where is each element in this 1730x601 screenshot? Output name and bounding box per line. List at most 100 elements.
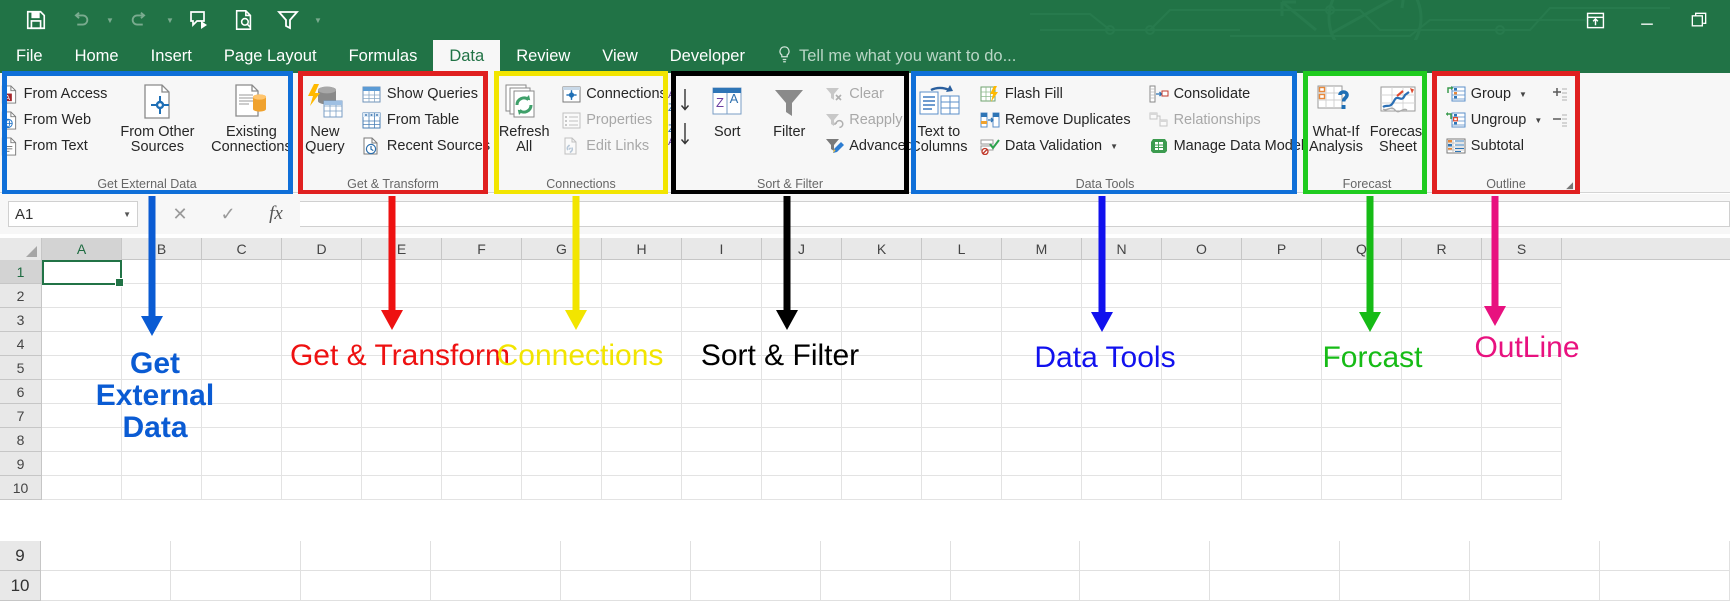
tab-developer[interactable]: Developer bbox=[654, 40, 761, 73]
selected-cell-a1[interactable] bbox=[42, 260, 124, 287]
tab-data[interactable]: Data bbox=[433, 40, 501, 73]
cell-F10[interactable] bbox=[442, 476, 522, 500]
cell-L10[interactable] bbox=[922, 476, 1002, 500]
hide-detail-button[interactable] bbox=[1548, 107, 1570, 133]
cell-P7[interactable] bbox=[1242, 404, 1322, 428]
fragment-cell[interactable] bbox=[1080, 571, 1211, 601]
from-access-button[interactable]: A From Access bbox=[0, 81, 111, 107]
fragment-cell[interactable] bbox=[1080, 541, 1211, 571]
cell-P2[interactable] bbox=[1242, 284, 1322, 308]
fragment-cell[interactable] bbox=[1470, 541, 1601, 571]
cell-J10[interactable] bbox=[762, 476, 842, 500]
cell-K1[interactable] bbox=[842, 260, 922, 284]
cell-N10[interactable] bbox=[1082, 476, 1162, 500]
connections-button[interactable]: Connections bbox=[557, 81, 671, 107]
cell-D8[interactable] bbox=[282, 428, 362, 452]
data-validation-button[interactable]: Data Validation ▼ bbox=[976, 133, 1135, 159]
cell-O6[interactable] bbox=[1162, 380, 1242, 404]
row-header-10[interactable]: 10 bbox=[0, 476, 42, 500]
cell-I8[interactable] bbox=[682, 428, 762, 452]
cell-O1[interactable] bbox=[1162, 260, 1242, 284]
recent-sources-button[interactable]: Recent Sources bbox=[358, 133, 494, 159]
cell-N7[interactable] bbox=[1082, 404, 1162, 428]
row-header-9[interactable]: 9 bbox=[0, 452, 42, 476]
cell-Q9[interactable] bbox=[1322, 452, 1402, 476]
refresh-all-button[interactable]: Refresh All bbox=[491, 79, 557, 155]
cell-S6[interactable] bbox=[1482, 380, 1562, 404]
cell-L9[interactable] bbox=[922, 452, 1002, 476]
column-header-L[interactable]: L bbox=[922, 238, 1002, 260]
properties-button[interactable]: Properties bbox=[557, 107, 671, 133]
cell-P8[interactable] bbox=[1242, 428, 1322, 452]
from-web-button[interactable]: From Web bbox=[0, 107, 111, 133]
cell-S9[interactable] bbox=[1482, 452, 1562, 476]
remove-duplicates-button[interactable]: Remove Duplicates bbox=[976, 107, 1135, 133]
fragment-cell[interactable] bbox=[41, 541, 171, 571]
select-all-corner[interactable] bbox=[0, 238, 42, 260]
cell-E8[interactable] bbox=[362, 428, 442, 452]
fragment-row-header-10[interactable]: 10 bbox=[0, 571, 42, 601]
cell-I6[interactable] bbox=[682, 380, 762, 404]
relationships-button[interactable]: Relationships bbox=[1145, 107, 1309, 133]
from-text-button[interactable]: From Text bbox=[0, 133, 111, 159]
cell-O8[interactable] bbox=[1162, 428, 1242, 452]
fragment-cell[interactable] bbox=[1210, 541, 1341, 571]
column-header-O[interactable]: O bbox=[1162, 238, 1242, 260]
cell-G3[interactable] bbox=[522, 308, 602, 332]
row-header-4[interactable]: 4 bbox=[0, 332, 42, 356]
cell-D7[interactable] bbox=[282, 404, 362, 428]
from-other-sources-button[interactable]: From Other Sources bbox=[111, 79, 203, 155]
cell-K10[interactable] bbox=[842, 476, 922, 500]
cell-F6[interactable] bbox=[442, 380, 522, 404]
cell-R10[interactable] bbox=[1402, 476, 1482, 500]
name-box-dropdown-icon[interactable]: ▼ bbox=[123, 210, 131, 219]
fragment-cell[interactable] bbox=[170, 571, 301, 601]
fragment-cell[interactable] bbox=[41, 571, 171, 601]
cell-F8[interactable] bbox=[442, 428, 522, 452]
cell-K3[interactable] bbox=[842, 308, 922, 332]
row-header-1[interactable]: 1 bbox=[0, 260, 42, 284]
cell-M2[interactable] bbox=[1002, 284, 1082, 308]
cell-M8[interactable] bbox=[1002, 428, 1082, 452]
row-header-3[interactable]: 3 bbox=[0, 308, 42, 332]
cell-K7[interactable] bbox=[842, 404, 922, 428]
cell-N9[interactable] bbox=[1082, 452, 1162, 476]
cell-M10[interactable] bbox=[1002, 476, 1082, 500]
cell-E10[interactable] bbox=[362, 476, 442, 500]
cell-F9[interactable] bbox=[442, 452, 522, 476]
undo-icon[interactable] bbox=[60, 3, 100, 37]
cell-E9[interactable] bbox=[362, 452, 442, 476]
cell-R7[interactable] bbox=[1402, 404, 1482, 428]
cell-I9[interactable] bbox=[682, 452, 762, 476]
cell-H2[interactable] bbox=[602, 284, 682, 308]
filter-button[interactable]: Filter bbox=[758, 79, 820, 140]
show-detail-button[interactable] bbox=[1548, 81, 1570, 107]
column-header-R[interactable]: R bbox=[1402, 238, 1482, 260]
cell-P1[interactable] bbox=[1242, 260, 1322, 284]
cell-C9[interactable] bbox=[202, 452, 282, 476]
cell-M6[interactable] bbox=[1002, 380, 1082, 404]
cell-M1[interactable] bbox=[1002, 260, 1082, 284]
column-header-D[interactable]: D bbox=[282, 238, 362, 260]
cell-I2[interactable] bbox=[682, 284, 762, 308]
show-queries-button[interactable]: Show Queries bbox=[358, 81, 494, 107]
cell-S10[interactable] bbox=[1482, 476, 1562, 500]
redo-dropdown-icon[interactable]: ▼ bbox=[164, 3, 176, 37]
tab-view[interactable]: View bbox=[586, 40, 653, 73]
subtotal-button[interactable]: Subtotal bbox=[1442, 133, 1547, 159]
fragment-cell[interactable] bbox=[560, 541, 691, 571]
cell-H8[interactable] bbox=[602, 428, 682, 452]
column-header-K[interactable]: K bbox=[842, 238, 922, 260]
minimize-icon[interactable] bbox=[1626, 3, 1668, 37]
column-header-H[interactable]: H bbox=[602, 238, 682, 260]
fragment-cell[interactable] bbox=[170, 541, 301, 571]
cell-J9[interactable] bbox=[762, 452, 842, 476]
insert-function-button[interactable]: fx bbox=[252, 200, 300, 228]
cell-I10[interactable] bbox=[682, 476, 762, 500]
cell-D3[interactable] bbox=[282, 308, 362, 332]
sort-button[interactable]: ZA Sort bbox=[696, 79, 758, 140]
cell-K8[interactable] bbox=[842, 428, 922, 452]
window-controls[interactable] bbox=[1574, 0, 1730, 40]
tab-page-layout[interactable]: Page Layout bbox=[208, 40, 333, 73]
fragment-cell[interactable] bbox=[430, 541, 561, 571]
